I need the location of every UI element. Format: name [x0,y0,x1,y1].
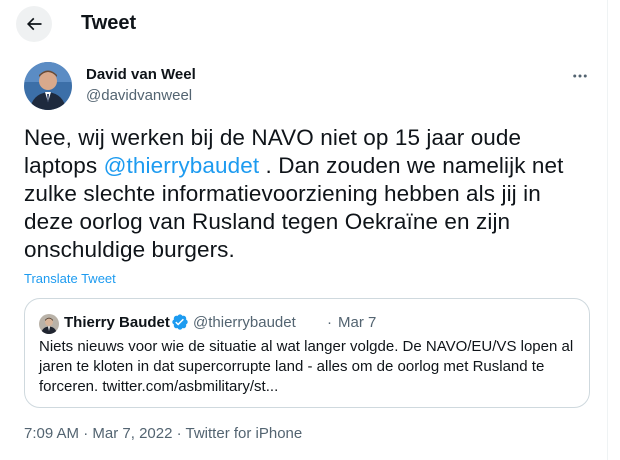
tweet-text-line: laptops @thierrybaudet . Dan zouden we n… [24,152,594,180]
verified-badge-icon [171,313,189,331]
page-header: Tweet [0,0,608,48]
tweet-text-line: Nee, wij werken bij de NAVO niet op 15 j… [24,124,594,152]
quoted-author-handle: @thierrybaudet [193,314,296,331]
meta-separator: · [176,425,182,442]
tweet-source: Twitter for iPhone [185,425,303,442]
translate-tweet-link[interactable]: Translate Tweet [24,271,116,286]
mention-link[interactable]: @thierrybaudet [104,153,260,178]
tweet-text-line: zulke slechte informatievoorziening hebb… [24,180,594,208]
tweet-text-segment: onschuldige burgers. [24,237,235,262]
quoted-tweet-text: Niets nieuws voor wie de situatie al wat… [39,337,579,397]
quoted-text-line: forceren. twitter.com/asbmilitary/st... [39,378,279,395]
more-options-button[interactable] [568,64,592,88]
page-title: Tweet [81,12,137,34]
quoted-separator: · [327,314,332,331]
quoted-text-line: Niets nieuws voor wie de situatie al wat… [39,338,574,355]
author-handle[interactable]: @davidvanweel [86,87,192,104]
meta-separator: · [83,425,89,442]
quoted-text-line: jaren te kloten in dat supercorrupte lan… [39,358,545,375]
tweet-text-segment: deze oorlog van Rusland tegen Oekraïne e… [24,209,511,234]
tweet-text-segment: zulke slechte informatievoorziening hebb… [24,181,541,206]
arrow-left-icon [26,17,42,31]
author-name[interactable]: David van Weel [86,66,196,83]
more-horizontal-icon [573,74,587,78]
back-button[interactable] [16,6,52,42]
tweet-text: Nee, wij werken bij de NAVO niet op 15 j… [24,124,594,264]
tweet-text-segment: laptops [24,153,104,178]
tweet-date[interactable]: Mar 7, 2022 [92,425,172,442]
quoted-date: Mar 7 [338,314,377,331]
author-avatar[interactable] [24,62,72,110]
quoted-avatar-image [39,314,59,334]
quoted-author-avatar [39,314,59,334]
tweet-detail-column: Tweet David van Weel @davidvanweel Nee, … [0,0,608,460]
tweet-text-segment: . Dan zouden we namelijk net [259,153,564,178]
quoted-tweet-card[interactable]: Thierry Baudet @thierrybaudet · Mar 7 Ni… [24,298,590,408]
tweet-text-line: onschuldige burgers. [24,236,594,264]
author-avatar-image [24,62,72,110]
tweet-text-line: deze oorlog van Rusland tegen Oekraïne e… [24,208,594,236]
tweet-time[interactable]: 7:09 AM [24,425,79,442]
quoted-author-name: Thierry Baudet [64,314,170,331]
tweet-text-segment: Nee, wij werken bij de NAVO niet op 15 j… [24,125,522,150]
tweet-meta: 7:09 AM · Mar 7, 2022 · Twitter for iPho… [24,425,302,442]
